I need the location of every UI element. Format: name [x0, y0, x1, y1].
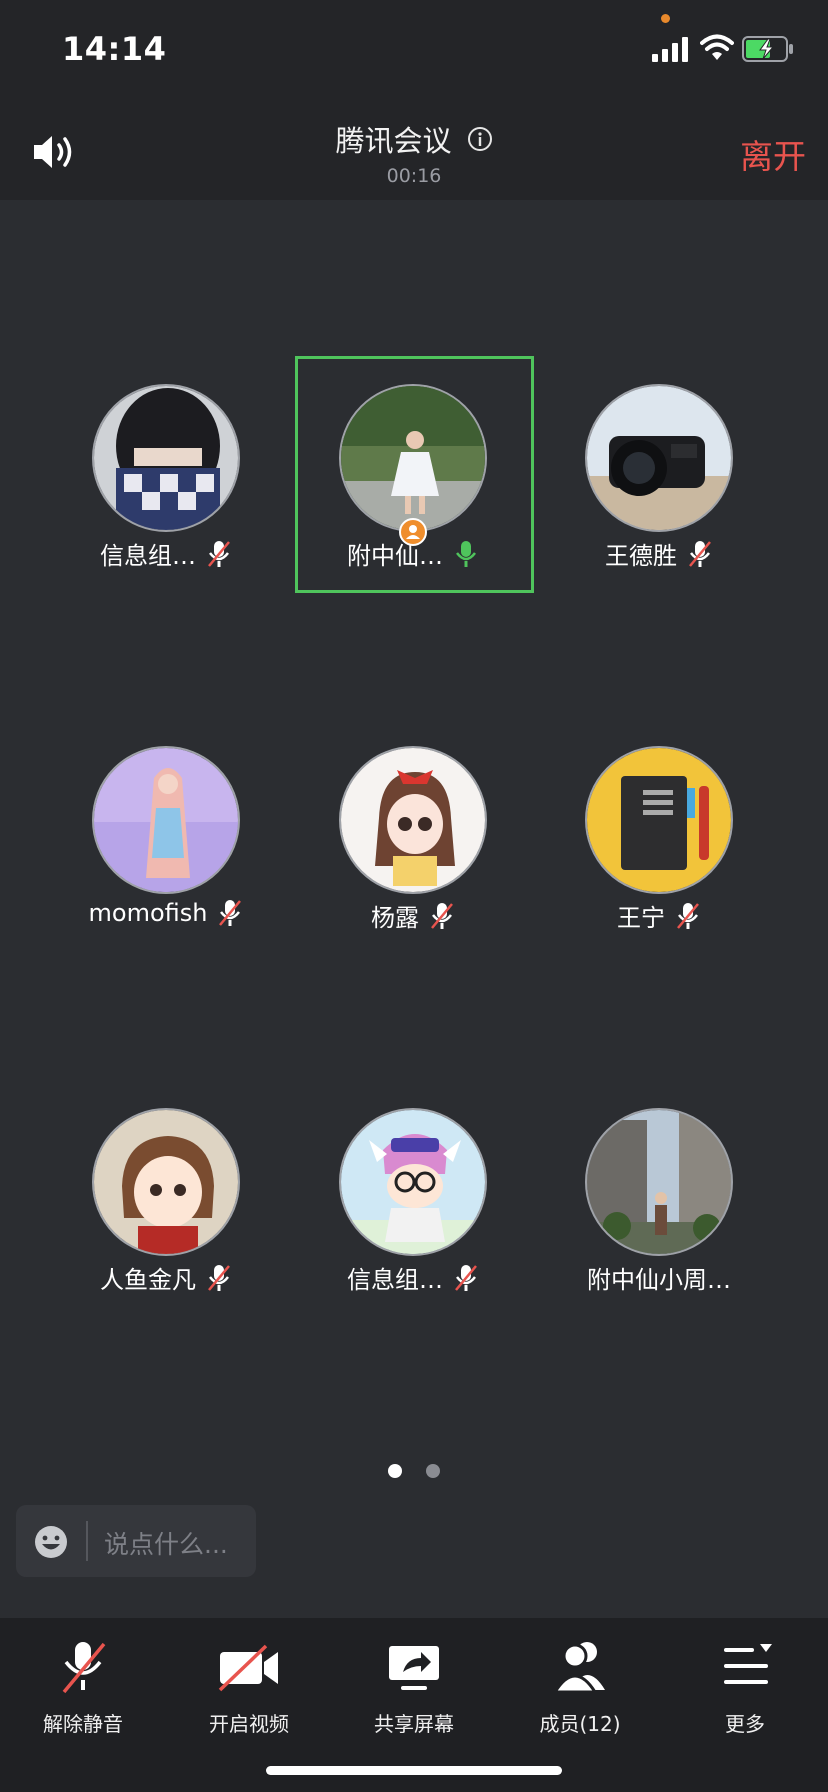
- avatar: [339, 384, 487, 532]
- more-label: 更多: [725, 1712, 765, 1736]
- info-icon[interactable]: [467, 126, 493, 152]
- unmute-label: 解除静音: [43, 1712, 123, 1736]
- avatar: [92, 746, 240, 894]
- share-screen-button[interactable]: 共享屏幕: [339, 1638, 489, 1737]
- chat-placeholder[interactable]: 说点什么...: [104, 1525, 228, 1561]
- members-icon: [552, 1642, 605, 1694]
- participant-name: 王宁: [617, 904, 665, 932]
- participant-name: 王德胜: [605, 542, 677, 570]
- more-menu-icon: [724, 1644, 772, 1684]
- share-screen-icon: [389, 1646, 439, 1690]
- more-button[interactable]: 更多: [670, 1638, 820, 1737]
- participant-name: 信息组…: [100, 542, 196, 570]
- participant-tile[interactable]: 信息组…: [56, 358, 276, 578]
- participant-tile-speaking[interactable]: 附中仙…: [303, 358, 523, 578]
- avatar: [339, 1108, 487, 1256]
- meeting-header: 腾讯会议 00:16 离开: [0, 100, 828, 200]
- mic-muted-icon: [219, 900, 242, 926]
- chat-divider: [86, 1521, 88, 1561]
- participant-name: 杨露: [371, 904, 419, 932]
- mic-active-icon: [456, 540, 476, 567]
- avatar: [339, 746, 487, 894]
- page-dot[interactable]: [425, 1464, 440, 1478]
- mic-muted-icon: [677, 902, 699, 929]
- mic-muted-icon: [208, 540, 230, 567]
- avatar: [92, 1108, 240, 1256]
- signal-icon: [652, 37, 688, 62]
- participant-tile[interactable]: 信息组…: [303, 1082, 523, 1302]
- wifi-icon: [700, 34, 734, 60]
- chat-input-box[interactable]: 说点什么...: [16, 1505, 256, 1577]
- page-indicator[interactable]: [0, 1463, 828, 1482]
- mic-muted-icon: [208, 1264, 230, 1291]
- participant-name: 人鱼金凡: [100, 1266, 196, 1294]
- battery-charging-icon: [742, 36, 793, 62]
- members-button[interactable]: 成员(12): [505, 1638, 655, 1737]
- participant-name: 信息组…: [347, 1266, 443, 1294]
- participant-tile[interactable]: 王宁: [549, 720, 769, 940]
- participant-name: 附中仙小周…: [587, 1266, 731, 1294]
- mic-muted-icon: [62, 1642, 106, 1694]
- participant-name: 附中仙…: [347, 542, 443, 570]
- page-dot-active[interactable]: [388, 1464, 403, 1478]
- mic-muted-icon: [455, 1264, 477, 1291]
- share-screen-label: 共享屏幕: [374, 1712, 454, 1736]
- participant-tile[interactable]: 附中仙小周…: [549, 1082, 769, 1302]
- start-video-button[interactable]: 开启视频: [174, 1638, 324, 1737]
- privacy-indicator-dot: [661, 14, 670, 23]
- status-time: 14:14: [62, 30, 167, 68]
- avatar: [585, 384, 733, 532]
- emoji-icon[interactable]: [34, 1525, 68, 1559]
- status-bar: 14:14: [0, 0, 828, 100]
- video-off-icon: [218, 1644, 278, 1692]
- meeting-title[interactable]: 腾讯会议: [335, 118, 451, 160]
- unmute-button[interactable]: 解除静音: [8, 1638, 158, 1737]
- participant-tile[interactable]: 王德胜: [549, 358, 769, 578]
- avatar: [585, 746, 733, 894]
- participant-tile[interactable]: 杨露: [303, 720, 523, 940]
- mic-muted-icon: [431, 902, 453, 929]
- members-label: 成员(12): [539, 1712, 621, 1736]
- leave-button[interactable]: 离开: [740, 130, 806, 178]
- home-indicator[interactable]: [266, 1766, 562, 1775]
- participant-name: momofish: [88, 899, 208, 927]
- mic-muted-icon: [689, 540, 711, 567]
- avatar: [585, 1108, 733, 1256]
- participant-tile[interactable]: momofish: [56, 720, 276, 940]
- meeting-timer: 00:16: [386, 165, 442, 187]
- avatar: [92, 384, 240, 532]
- participant-tile[interactable]: 人鱼金凡: [56, 1082, 276, 1302]
- start-video-label: 开启视频: [209, 1712, 289, 1736]
